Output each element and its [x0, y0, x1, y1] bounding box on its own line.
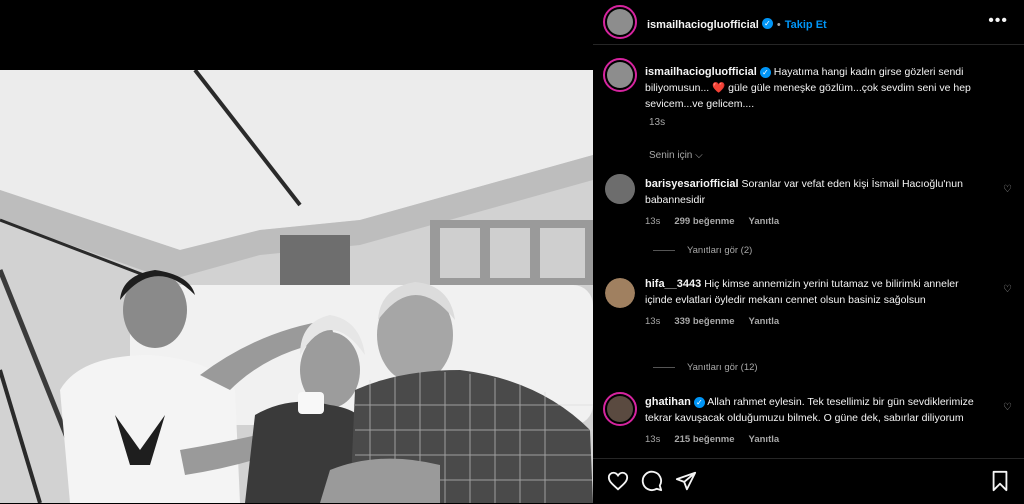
more-options-icon[interactable]: ••• — [988, 12, 1008, 30]
comment-meta: 13s 339 beğenme Yanıtla — [645, 314, 985, 330]
comment-timestamp: 13s — [645, 216, 661, 227]
comment-like-heart-icon[interactable]: ♡ — [1003, 402, 1012, 413]
comment-item: hifa__3443 Hiç kimse annemizin yerini tu… — [645, 276, 985, 330]
comment-meta: 13s 215 beğenme Yanıtla — [645, 432, 985, 448]
comment-meta: 13s 299 beğenme Yanıtla — [645, 214, 985, 230]
comment-likes[interactable]: 339 beğenme — [674, 316, 734, 327]
comment-filter-label: Senin için — [649, 150, 693, 161]
post-header: ismailhaciogluofficial ✓ • Takip Et ••• — [593, 0, 1024, 45]
post-photo-image — [0, 70, 593, 503]
commenter-avatar[interactable] — [605, 174, 635, 204]
view-replies-button[interactable]: Yanıtları gör (12) — [653, 362, 758, 373]
comment-likes[interactable]: 299 beğenme — [674, 216, 734, 227]
separator-dot: • — [776, 19, 781, 31]
caption-avatar[interactable] — [603, 58, 637, 92]
author-avatar[interactable] — [603, 5, 637, 39]
heart-icon[interactable] — [607, 470, 629, 492]
comment-timestamp: 13s — [645, 434, 661, 445]
verified-badge-icon: ✓ — [759, 66, 771, 78]
divider-line — [653, 366, 675, 368]
caption-username[interactable]: ismailhaciogluofficial — [645, 66, 757, 78]
comment-filter-dropdown[interactable]: Senin için ⌵ — [649, 150, 703, 161]
reply-button[interactable]: Yanıtla — [749, 316, 780, 327]
comment-timestamp: 13s — [645, 316, 661, 327]
view-replies-label: Yanıtları gör (12) — [687, 362, 758, 373]
divider-line — [653, 249, 675, 251]
bookmark-icon[interactable] — [990, 470, 1010, 492]
commenter-username[interactable]: hifa__3443 — [645, 278, 701, 290]
post-side-panel: ismailhaciogluofficial ✓ • Takip Et ••• ism… — [593, 0, 1024, 503]
commenter-username[interactable]: ghatihan — [645, 396, 691, 408]
comment-like-heart-icon[interactable]: ♡ — [1003, 284, 1012, 295]
comment-item: ghatihan ✓ Allah rahmet eylesin. Tek tese… — [645, 394, 985, 448]
commenter-avatar[interactable] — [605, 278, 635, 308]
comment-like-heart-icon[interactable]: ♡ — [1003, 184, 1012, 195]
post-actions-bar — [593, 458, 1024, 504]
verified-badge-icon: ✓ — [761, 18, 773, 30]
commenter-avatar[interactable] — [603, 392, 637, 426]
post-photo[interactable] — [0, 70, 593, 503]
verified-badge-icon: ✓ — [693, 396, 705, 408]
follow-button[interactable]: Takip Et — [785, 19, 827, 31]
reply-button[interactable]: Yanıtla — [749, 434, 780, 445]
view-replies-button[interactable]: Yanıtları gör (2) — [653, 245, 752, 256]
post-caption: ismailhaciogluofficial ✓ Hayatıma hangi k… — [645, 64, 1000, 112]
header-title-row: ismailhaciogluofficial ✓ • Takip Et — [647, 15, 827, 33]
author-username[interactable]: ismailhaciogluofficial — [647, 19, 759, 31]
commenter-username[interactable]: barisyesariofficial — [645, 178, 739, 190]
comment-likes[interactable]: 215 beğenme — [674, 434, 734, 445]
caption-timestamp: 13s — [649, 117, 666, 128]
chevron-down-icon: ⌵ — [695, 150, 703, 161]
comment-item: barisyesariofficial Soranlar var vefat e… — [645, 176, 985, 230]
post-media-area — [0, 0, 593, 503]
view-replies-label: Yanıtları gör (2) — [687, 245, 753, 256]
comment-icon[interactable] — [641, 470, 663, 492]
reply-button[interactable]: Yanıtla — [749, 216, 780, 227]
send-icon[interactable] — [675, 470, 697, 492]
